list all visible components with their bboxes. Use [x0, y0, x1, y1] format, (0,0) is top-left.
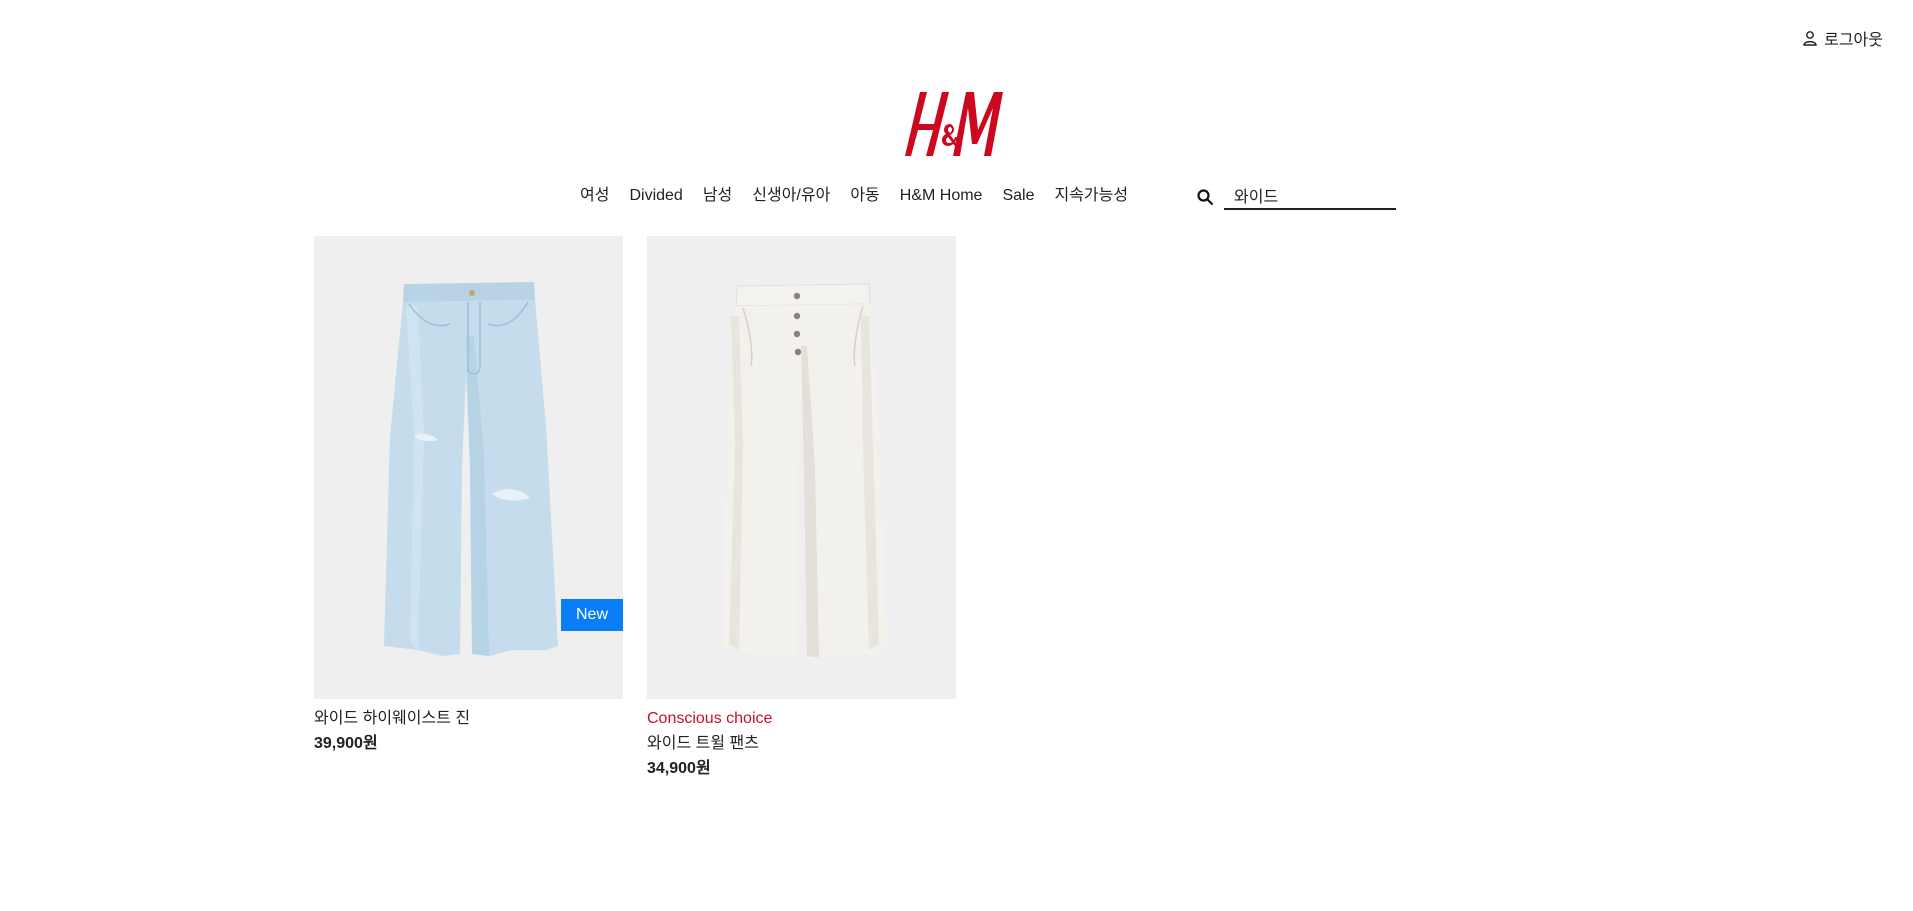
new-badge: New	[560, 599, 623, 631]
product-info: Conscious choice 와이드 트윌 팬츠 34,900원	[647, 699, 956, 781]
nav-item-sale[interactable]: Sale	[1002, 186, 1034, 206]
user-icon	[1802, 30, 1818, 46]
nav-item-men[interactable]: 남성	[703, 186, 732, 206]
logout-label: 로그아웃	[1824, 32, 1883, 49]
main-nav: 여성 Divided 남성 신생아/유아 아동 H&M Home Sale 지속…	[580, 186, 1128, 206]
nav-item-women[interactable]: 여성	[580, 186, 609, 206]
nav-item-divided[interactable]: Divided	[629, 186, 682, 206]
product-card[interactable]: New 와이드 하이웨이스트 진 39,900원	[314, 236, 623, 781]
product-grid: New 와이드 하이웨이스트 진 39,900원 Conscious choic…	[314, 236, 956, 781]
search-input[interactable]	[1224, 184, 1396, 210]
white-twill-pants-image	[647, 236, 956, 699]
product-name[interactable]: 와이드 하이웨이스트 진	[314, 706, 623, 731]
product-card[interactable]: Conscious choice 와이드 트윌 팬츠 34,900원	[647, 236, 956, 781]
product-info: 와이드 하이웨이스트 진 39,900원	[314, 699, 623, 756]
product-image[interactable]: New	[314, 236, 623, 699]
logout-link[interactable]: 로그아웃	[1802, 26, 1883, 50]
search-icon[interactable]	[1196, 188, 1214, 206]
nav-item-home[interactable]: H&M Home	[900, 186, 983, 206]
nav-item-sustainability[interactable]: 지속가능성	[1054, 186, 1128, 206]
product-image[interactable]	[647, 236, 956, 699]
product-name[interactable]: 와이드 트윌 팬츠	[647, 731, 956, 756]
nav-item-kids[interactable]: 아동	[850, 186, 879, 206]
nav-item-baby[interactable]: 신생아/유아	[752, 186, 830, 206]
hm-logo[interactable]	[904, 84, 1010, 162]
page: 로그아웃 여성 Divided 남성 신생아/유아 아동 H&M Home Sa…	[0, 0, 1913, 911]
product-price: 39,900원	[314, 735, 378, 752]
product-price: 34,900원	[647, 760, 711, 777]
search-bar	[1196, 184, 1396, 210]
conscious-choice-tag: Conscious choice	[647, 710, 773, 727]
